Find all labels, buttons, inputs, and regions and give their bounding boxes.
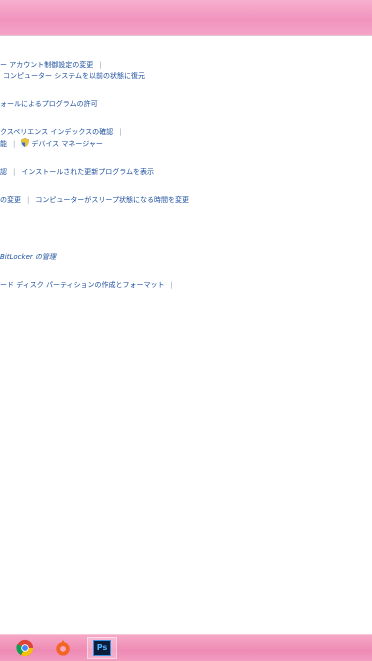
photoshop-label: Ps (96, 643, 108, 652)
sleep-time-link[interactable]: コンピューターがスリープ状態になる時間を変更 (35, 196, 189, 204)
uac-settings-link[interactable]: ー アカウント制御設定の変更 (0, 61, 93, 69)
user-accounts-links: ー アカウント制御設定の変更 | (0, 60, 108, 71)
photoshop-icon: Ps (93, 640, 111, 656)
power-links: の変更 | コンピューターがスリープ状態になる時間を変更 (0, 195, 189, 206)
system-links-row-1: クスペリエンス インデックスの確認 | (0, 127, 128, 138)
system-restore-link[interactable]: コンピューター システムを以前の状態に復元 (3, 72, 145, 80)
separator: | (13, 168, 16, 176)
windows-update-links: 認 | インストールされた更新プログラムを表示 (0, 167, 154, 178)
control-panel-content: ー アカウント制御設定の変更 | コンピューター システムを以前の状態に復元 ォー… (0, 36, 372, 634)
bitlocker-links: BitLocker の管理 (0, 252, 56, 263)
firewall-allow-program-link[interactable]: ォールによるプログラムの許可 (0, 100, 98, 108)
uac-shield-icon (21, 138, 31, 148)
origin-icon (56, 639, 70, 656)
installed-updates-link[interactable]: インストールされた更新プログラムを表示 (21, 168, 154, 176)
window-title-bar (0, 0, 372, 36)
system-partial-link[interactable]: 能 (0, 140, 7, 148)
separator: | (119, 128, 122, 136)
separator: | (170, 281, 173, 289)
admin-tools-links: ード ディスク パーティションの作成とフォーマット | (0, 280, 179, 291)
device-manager-link[interactable]: デバイス マネージャー (31, 140, 103, 148)
separator: | (99, 61, 102, 69)
separator: | (13, 140, 16, 148)
separator: | (27, 196, 30, 204)
taskbar: Ps (0, 634, 372, 661)
disk-partition-link[interactable]: ード ディスク パーティションの作成とフォーマット (0, 281, 165, 289)
chrome-icon (16, 639, 34, 657)
taskbar-chrome-button[interactable] (10, 637, 40, 659)
experience-index-link[interactable]: クスペリエンス インデックスの確認 (0, 128, 113, 136)
taskbar-origin-button[interactable] (48, 637, 78, 659)
restore-row: コンピューター システムを以前の状態に復元 (3, 71, 145, 82)
system-links-row-2: 能 | デバイス マネージャー (0, 138, 103, 149)
bitlocker-manage-link[interactable]: BitLocker の管理 (0, 253, 56, 261)
taskbar-photoshop-button[interactable]: Ps (87, 637, 117, 659)
firewall-links: ォールによるプログラムの許可 (0, 99, 98, 110)
power-partial-link[interactable]: の変更 (0, 196, 21, 204)
update-partial-link[interactable]: 認 (0, 168, 7, 176)
